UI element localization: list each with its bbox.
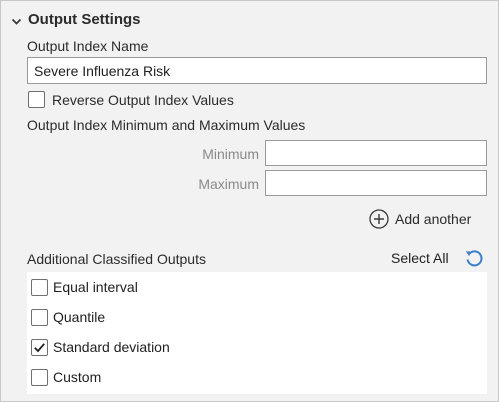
standard-deviation-label: Standard deviation bbox=[53, 339, 170, 355]
output-index-name-input[interactable] bbox=[27, 57, 487, 84]
quantile-checkbox[interactable] bbox=[31, 309, 48, 326]
reverse-values-label: Reverse Output Index Values bbox=[52, 92, 234, 108]
custom-checkbox[interactable] bbox=[31, 369, 48, 386]
classified-outputs-list: Equal interval Quantile Standard deviati… bbox=[27, 272, 487, 394]
list-item-custom[interactable]: Custom bbox=[27, 362, 487, 392]
quantile-label: Quantile bbox=[53, 309, 106, 325]
reverse-values-checkbox[interactable] bbox=[28, 91, 45, 108]
chevron-down-icon[interactable] bbox=[11, 14, 22, 25]
standard-deviation-checkbox[interactable] bbox=[31, 339, 48, 356]
maximum-input[interactable] bbox=[265, 170, 487, 196]
add-another-label: Add another bbox=[395, 211, 472, 227]
additional-outputs-label: Additional Classified Outputs bbox=[27, 251, 206, 267]
output-settings-header[interactable]: Output Settings bbox=[11, 11, 141, 28]
min-max-label: Output Index Minimum and Maximum Values bbox=[27, 117, 306, 133]
section-title: Output Settings bbox=[28, 11, 141, 28]
plus-circle-icon bbox=[369, 209, 389, 229]
minimum-label: Minimum bbox=[202, 146, 259, 162]
equal-interval-checkbox[interactable] bbox=[31, 279, 48, 296]
maximum-label: Maximum bbox=[198, 176, 259, 192]
equal-interval-label: Equal interval bbox=[53, 279, 138, 295]
output-settings-panel: Output Settings Output Index Name Revers… bbox=[0, 0, 499, 402]
checkmark-icon bbox=[34, 343, 45, 353]
list-item-equal-interval[interactable]: Equal interval bbox=[27, 272, 487, 302]
custom-label: Custom bbox=[53, 369, 102, 385]
add-another-button[interactable]: Add another bbox=[369, 209, 471, 229]
refresh-icon[interactable] bbox=[463, 247, 485, 269]
list-item-standard-deviation[interactable]: Standard deviation bbox=[27, 332, 487, 362]
output-index-name-label: Output Index Name bbox=[27, 38, 149, 54]
minimum-input[interactable] bbox=[265, 140, 487, 166]
list-item-quantile[interactable]: Quantile bbox=[27, 302, 487, 332]
select-all-button[interactable]: Select All bbox=[391, 250, 449, 266]
